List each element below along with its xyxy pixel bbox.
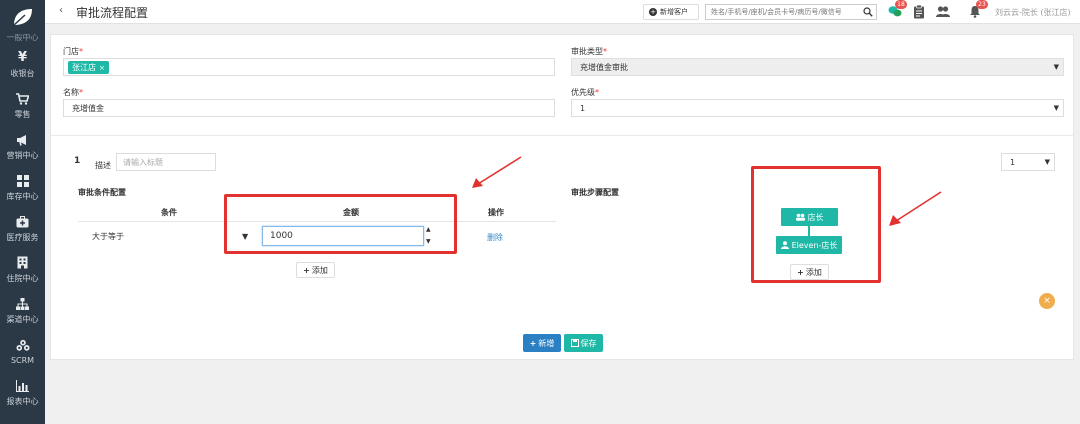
description-input[interactable] <box>116 153 216 171</box>
priority-select[interactable]: 1 ▼ <box>571 99 1064 117</box>
bell-badge: 23 <box>976 0 988 9</box>
sidebar-item-cut[interactable]: 一般中心 <box>0 34 45 44</box>
top-header: ‹ 审批流程配置 + 新增客户 18 23 刘云云-院长 (张江店) <box>45 0 1080 24</box>
sidebar-item-label: 渠道中心 <box>6 314 39 324</box>
sidebar-item-inventory[interactable]: 库存中心 <box>0 167 45 208</box>
column-action: 操作 <box>488 208 504 217</box>
sidebar-item-label: 库存中心 <box>6 191 39 201</box>
annotation-arrow-right <box>889 191 942 226</box>
sidebar-item-cashier[interactable]: ¥ 收银台 <box>0 44 45 85</box>
chat-icon[interactable]: 18 <box>888 0 907 19</box>
add-condition-button[interactable]: + 添加 <box>296 262 335 278</box>
store-select[interactable]: 张江店 × <box>63 58 555 76</box>
leaf-logo-icon <box>12 9 32 26</box>
new-customer-button[interactable]: + 新增客户 <box>643 4 699 20</box>
sidebar-item-label: 收银台 <box>10 68 35 78</box>
app-logo[interactable] <box>0 0 45 34</box>
help-close-icon[interactable]: × <box>1039 293 1055 309</box>
grid-icon <box>16 174 30 188</box>
megaphone-icon <box>16 133 30 147</box>
plus-icon: + <box>797 267 804 277</box>
step-node-label: 店长 <box>807 212 824 222</box>
caret-down-icon: ▼ <box>1053 104 1059 112</box>
medkit-icon <box>16 215 30 229</box>
caret-down-icon: ▼ <box>1053 63 1059 71</box>
approval-type-value: 充增值金审批 <box>580 62 628 72</box>
approval-type-label: 审批类型* <box>571 47 607 56</box>
priority-label: 优先级* <box>571 88 599 97</box>
plus-icon: + <box>303 265 310 275</box>
sidebar-item-label: 住院中心 <box>6 273 39 283</box>
priority-value: 1 <box>580 103 586 113</box>
sidebar-item-label: 营销中心 <box>6 150 39 160</box>
add-step-label: 添加 <box>805 267 822 277</box>
rule-page-select[interactable]: 1 ▼ <box>1001 153 1055 171</box>
bell-icon[interactable]: 23 <box>969 0 988 19</box>
yen-icon: ¥ <box>17 50 28 65</box>
user-icon <box>780 241 789 249</box>
approval-type-select[interactable]: 充增值金审批 ▼ <box>571 58 1064 76</box>
name-label: 名称* <box>63 88 83 97</box>
page-title: 审批流程配置 <box>76 6 149 20</box>
condition-value: 大于等于 <box>92 231 124 241</box>
approval-config-panel: 门店* 张江店 × 审批类型* 充增值金审批 ▼ 名称* 充增值金 优先级* 1 … <box>50 34 1074 360</box>
plus-circle-icon: + <box>649 8 657 16</box>
group-icon <box>795 213 805 221</box>
step-node-label: Eleven-店长 <box>791 240 838 250</box>
plus-icon: + <box>529 338 537 348</box>
save-button[interactable]: 保存 <box>564 334 603 352</box>
step-node-eleven[interactable]: Eleven-店长 <box>776 236 842 254</box>
global-search-input[interactable] <box>706 5 858 19</box>
team-icon[interactable] <box>936 5 950 19</box>
section-divider <box>51 135 1073 136</box>
back-icon[interactable]: ‹ <box>59 5 63 16</box>
sidebar-item-reports[interactable]: 报表中心 <box>0 372 45 413</box>
add-step-button[interactable]: + 添加 <box>790 264 829 280</box>
clipboard-icon[interactable] <box>913 4 927 19</box>
sidebar-item-label: SCRM <box>10 355 35 365</box>
current-user[interactable]: 刘云云-院长 (张江店) <box>995 7 1071 18</box>
store-tag[interactable]: 张江店 × <box>68 60 109 74</box>
step-connector <box>808 226 810 236</box>
sidebar-item-retail[interactable]: 零售 <box>0 85 45 126</box>
description-label: 描述 <box>95 161 111 170</box>
save-label: 保存 <box>580 338 597 348</box>
sidebar-item-inpatient[interactable]: 住院中心 <box>0 249 45 290</box>
search-icon[interactable] <box>863 7 873 20</box>
sidebar-item-scrm[interactable]: SCRM <box>0 331 45 372</box>
sidebar-item-marketing[interactable]: 营销中心 <box>0 126 45 167</box>
sidebar-item-label: 报表中心 <box>6 396 39 406</box>
rule-index: 1 <box>74 156 81 166</box>
tag-remove-icon[interactable]: × <box>99 64 105 72</box>
delete-condition-link[interactable]: 删除 <box>487 232 503 243</box>
sidebar-item-label: 医疗服务 <box>6 232 39 242</box>
sidebar-item-channel[interactable]: 渠道中心 <box>0 290 45 331</box>
floppy-icon <box>570 339 579 347</box>
sitemap-icon <box>16 297 30 311</box>
cart-icon <box>16 92 30 106</box>
column-condition: 条件 <box>161 208 177 217</box>
conditions-title: 审批条件配置 <box>78 188 126 197</box>
steps-title: 审批步骤配置 <box>571 188 619 197</box>
name-value: 充增值金 <box>72 103 104 113</box>
new-rule-label: 新增 <box>538 338 555 348</box>
building-icon <box>16 256 30 270</box>
add-condition-label: 添加 <box>311 265 328 275</box>
sidebar-item-label: 零售 <box>14 109 31 119</box>
chat-badge: 18 <box>895 0 907 9</box>
users-icon <box>15 339 30 353</box>
new-customer-label: 新增客户 <box>660 8 688 16</box>
caret-down-icon: ▼ <box>1044 158 1050 166</box>
rule-page-value: 1 <box>1010 157 1016 167</box>
store-label: 门店* <box>63 47 83 56</box>
annotation-arrow-left <box>472 156 522 188</box>
global-search <box>705 4 877 20</box>
sidebar: 一般中心 ¥ 收银台 零售 营销中心 库存中心 医疗服务 住院中心 渠道中心 S… <box>0 0 45 424</box>
sidebar-item-medical[interactable]: 医疗服务 <box>0 208 45 249</box>
name-input[interactable]: 充增值金 <box>63 99 555 117</box>
annotation-box-amount <box>224 194 457 254</box>
step-node-manager[interactable]: 店长 <box>781 208 838 226</box>
chart-icon <box>16 379 30 393</box>
new-rule-button[interactable]: + 新增 <box>523 334 561 352</box>
